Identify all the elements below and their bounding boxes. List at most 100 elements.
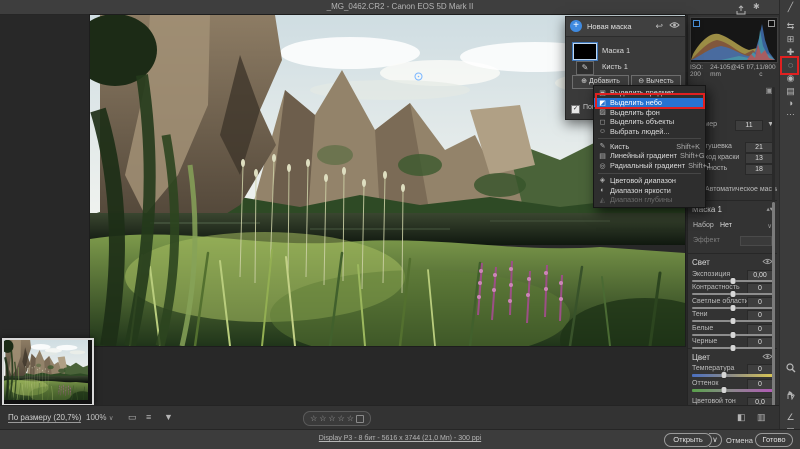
brush-flow-value[interactable]: 13: [745, 153, 773, 164]
star-rating[interactable]: ☆☆☆☆☆: [303, 411, 371, 426]
menu-item-linear-gradient[interactable]: ▤Линейный градиентShift+G: [594, 151, 705, 161]
settings-gear-icon[interactable]: ✱: [753, 2, 760, 11]
mask-item[interactable]: Маска 1: [566, 42, 685, 60]
panel-scrollbar-thumb[interactable]: [772, 202, 775, 412]
straighten-tool-icon[interactable]: ∠: [780, 412, 800, 423]
shadows-thumb[interactable]: [730, 318, 735, 324]
panels-toggle-icon[interactable]: ≡: [146, 412, 151, 422]
whites-value[interactable]: 0: [747, 324, 773, 335]
more-tools-icon[interactable]: …: [780, 107, 800, 117]
presets-icon[interactable]: ▤: [780, 86, 800, 97]
masking-tool-icon[interactable]: ◌: [780, 60, 800, 70]
before-after-view-icon[interactable]: ◧: [737, 412, 746, 423]
select-subject-icon: ▣: [598, 89, 607, 97]
menu-item-select-people[interactable]: ☺Выбрать людей...: [594, 127, 705, 137]
crop-tool-icon[interactable]: ⊞: [780, 34, 800, 45]
filter-icon[interactable]: ▼: [164, 412, 173, 422]
effect-field: [740, 236, 772, 246]
tint-slider[interactable]: Оттенок0: [688, 380, 777, 395]
export-icon-glyph: [736, 5, 746, 15]
preset-value[interactable]: Нет: [720, 222, 732, 229]
zoom-level-select[interactable]: 100% ∨: [86, 413, 113, 422]
depth-range-icon: ◭: [598, 196, 607, 204]
menu-item-select-sky[interactable]: ◩Выделить небо: [594, 98, 705, 108]
cancel-button[interactable]: Отмена: [726, 436, 753, 445]
highlights-slider[interactable]: Светлые области0: [688, 298, 777, 311]
preset-row: Набор Нет ∨: [688, 221, 777, 232]
preview-mode-icon[interactable]: ▭: [128, 412, 137, 423]
red-eye-tool-icon[interactable]: ◉: [780, 73, 800, 84]
zoom-tool-icon[interactable]: [780, 363, 800, 375]
shutter-value: 1/800 c: [759, 64, 776, 78]
star-icon[interactable]: ☆: [347, 414, 354, 423]
blacks-slider[interactable]: Черные0: [688, 338, 777, 351]
panel-scrollbar[interactable]: [772, 87, 775, 427]
brush-density-value[interactable]: 18: [745, 164, 773, 175]
temperature-slider[interactable]: Температура0: [688, 365, 777, 380]
star-icon[interactable]: ☆: [310, 414, 317, 423]
menu-separator: [598, 173, 701, 174]
effect-row: Эффект: [688, 236, 777, 247]
color-title: Цвет: [692, 353, 710, 362]
menu-item-radial-gradient[interactable]: ◎Радиальный градиентShift+J: [594, 161, 705, 171]
menu-item-color-range[interactable]: ◈Цветовой диапазон: [594, 176, 705, 186]
camera-raw-window: _MG_0462.CR2 - Canon EOS 5D Mark II ✱: [0, 0, 800, 449]
window-title: _MG_0462.CR2 - Canon EOS 5D Mark II: [0, 0, 800, 14]
contrast-label: Контрастность: [692, 284, 740, 291]
open-button[interactable]: Открыть: [664, 433, 712, 447]
temperature-thumb[interactable]: [722, 372, 727, 378]
status-bar: Display P3 - 8 бит - 5616 x 3744 (21,0 М…: [0, 429, 800, 449]
bottom-toolbar: По размеру (20,7%) 100% ∨ ▭ ≡ ▼ ☆☆☆☆☆ ◧ …: [0, 405, 779, 430]
fullscreen-icon[interactable]: ╱: [780, 2, 800, 13]
shadow-clipping-toggle[interactable]: [693, 20, 700, 27]
undo-icon[interactable]: ↩: [655, 21, 663, 32]
color-header: Цвет: [688, 351, 777, 365]
whites-thumb[interactable]: [730, 332, 735, 338]
menu-item-luminance-range[interactable]: ◐Диапазон яркости: [594, 185, 705, 195]
single-view-icon[interactable]: ▥: [757, 412, 766, 423]
aperture-value: f/7,1: [747, 64, 760, 78]
done-button[interactable]: Готово: [755, 433, 793, 447]
contrast-thumb[interactable]: [730, 291, 735, 297]
shadows-slider[interactable]: Тени0: [688, 311, 777, 324]
highlights-thumb[interactable]: [730, 305, 735, 311]
brush-size-value[interactable]: 11: [735, 120, 763, 131]
menu-item-select-background[interactable]: ▨Выделить фон: [594, 107, 705, 117]
select-objects-icon: ◻: [598, 118, 607, 126]
brush-shortcut: Shift+K: [676, 142, 700, 151]
exif-info: ISO: 200 24-105@45 mm f/7,1 1/800 c: [690, 64, 776, 78]
exposure-slider[interactable]: Экспозиция0,00: [688, 271, 777, 284]
create-mask-button[interactable]: +: [570, 20, 582, 32]
heal-tool-icon[interactable]: ✚: [780, 47, 800, 58]
mask-visibility-eye-icon[interactable]: [669, 21, 680, 31]
subtract-icon: ⊖: [638, 78, 644, 85]
star-icon[interactable]: ☆: [338, 414, 345, 423]
brush-component-item[interactable]: ✎ Кисть 1: [566, 60, 685, 75]
brush-cursor: [414, 68, 423, 77]
label-toggle-icon[interactable]: [356, 415, 364, 423]
menu-item-select-objects[interactable]: ◻Выделить объекты: [594, 117, 705, 127]
radial-gradient-shortcut: Shift+J: [688, 161, 711, 170]
whites-slider[interactable]: Белые0: [688, 325, 777, 338]
star-icon[interactable]: ☆: [319, 414, 326, 423]
edit-tool-icon[interactable]: ⇆: [780, 21, 800, 32]
menu-item-select-subject[interactable]: ▣Выделить предмет: [594, 88, 705, 98]
mask-thumbnail[interactable]: [573, 43, 597, 60]
highlight-clipping-toggle[interactable]: [768, 20, 775, 27]
filmstrip-thumbnail[interactable]: [2, 338, 94, 406]
exposure-thumb[interactable]: [730, 278, 735, 284]
brush-component-icon: ✎: [576, 61, 594, 75]
create-mask-menu: ▣Выделить предмет ◩Выделить небо ▨Выдели…: [593, 85, 706, 208]
fit-zoom-button[interactable]: По размеру (20,7%): [8, 413, 81, 423]
star-icon[interactable]: ☆: [328, 414, 335, 423]
hand-tool-icon[interactable]: [780, 390, 800, 402]
masks-panel-header: + Новая маска ↩: [566, 17, 685, 37]
menu-item-brush[interactable]: ✎КистьShift+K: [594, 141, 705, 151]
open-button-dropdown[interactable]: ∨: [709, 433, 722, 447]
contrast-slider[interactable]: Контрастность0: [688, 284, 777, 297]
preset-label: Набор: [693, 222, 714, 229]
brush-feather-value[interactable]: 21: [745, 142, 773, 153]
tint-thumb[interactable]: [722, 387, 727, 393]
menu-item-depth-range: ◭Диапазон глубины: [594, 195, 705, 205]
show-overlay-checkbox[interactable]: ✓: [571, 105, 580, 114]
